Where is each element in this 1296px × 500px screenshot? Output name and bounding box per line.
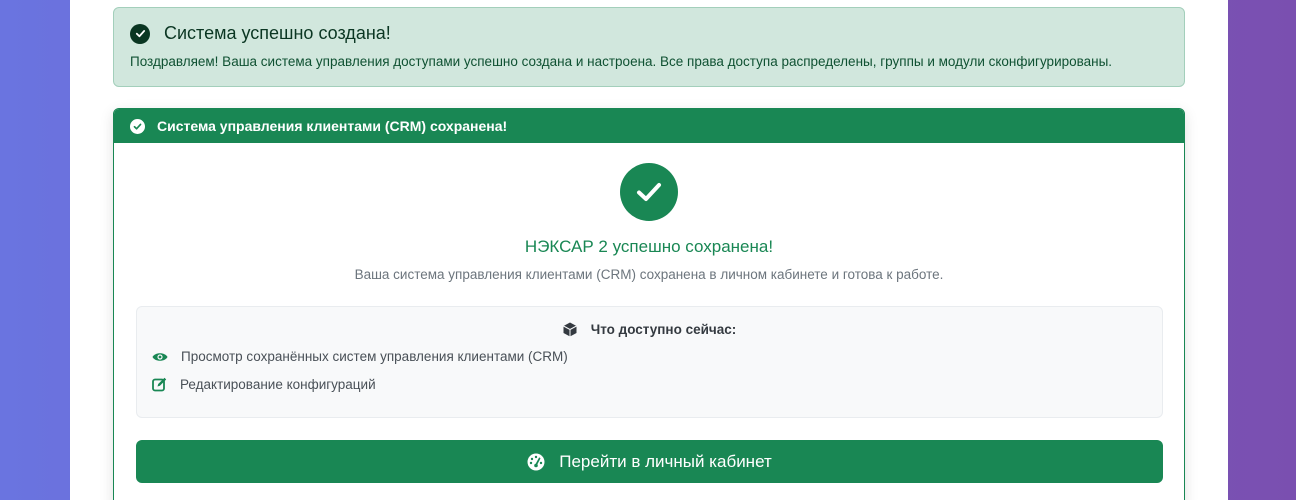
edit-icon bbox=[152, 377, 167, 392]
check-circle-icon bbox=[130, 23, 150, 44]
features-title: Что доступно сейчас: bbox=[590, 322, 737, 337]
features-header: Что доступно сейчас: bbox=[137, 322, 1162, 337]
go-to-dashboard-label: Перейти в личный кабинет bbox=[559, 451, 772, 471]
page-container: Система успешно создана! Поздравляем! Ва… bbox=[70, 0, 1228, 500]
alert-header: Система успешно создана! bbox=[130, 23, 391, 44]
feature-label: Просмотр сохранённых систем управления к… bbox=[181, 349, 568, 364]
card-header-title: Система управления клиентами (CRM) сохра… bbox=[157, 118, 508, 134]
feature-item-edit: Редактирование конфигураций bbox=[152, 377, 376, 392]
alert-title: Система успешно создана! bbox=[164, 23, 391, 43]
features-box: Что доступно сейчас: Просмотр сохранённы… bbox=[136, 306, 1163, 418]
cube-icon bbox=[563, 322, 577, 337]
dashboard-gauge-icon bbox=[527, 453, 545, 470]
card-header: Система управления клиентами (CRM) сохра… bbox=[114, 109, 1184, 143]
success-subtitle: Ваша система управления клиентами (CRM) … bbox=[354, 267, 944, 282]
crm-saved-card: Система управления клиентами (CRM) сохра… bbox=[113, 108, 1185, 500]
go-to-dashboard-button[interactable]: Перейти в личный кабинет bbox=[136, 440, 1163, 483]
eye-icon bbox=[152, 352, 168, 361]
success-title: НЭКСАР 2 успешно сохранена! bbox=[524, 237, 774, 256]
feature-item-view: Просмотр сохранённых систем управления к… bbox=[152, 349, 568, 364]
success-alert: Система успешно создана! Поздравляем! Ва… bbox=[113, 7, 1185, 87]
success-check-icon bbox=[620, 163, 678, 221]
alert-message: Поздравляем! Ваша система управления дос… bbox=[130, 54, 1113, 69]
feature-label: Редактирование конфигураций bbox=[180, 377, 376, 392]
check-circle-icon bbox=[130, 118, 145, 134]
